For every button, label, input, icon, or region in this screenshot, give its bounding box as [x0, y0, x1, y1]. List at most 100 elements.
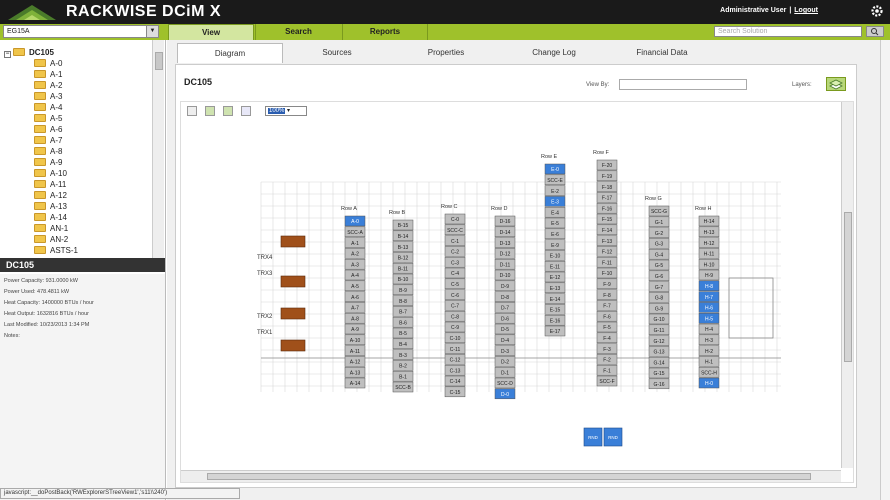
tab-properties[interactable]: Properties	[393, 43, 499, 63]
folder-icon	[34, 147, 46, 155]
trx-unit[interactable]	[280, 275, 306, 288]
search-input[interactable]: Search Solution	[714, 26, 862, 37]
vertical-scroll-thumb[interactable]	[844, 212, 852, 362]
rack-label: B-3	[399, 353, 407, 359]
site-select[interactable]: EG15A ▼	[3, 25, 159, 38]
tree-item[interactable]: ASTS-1	[34, 246, 78, 257]
tree-item[interactable]: AN-1	[34, 224, 68, 235]
tree-item[interactable]: A-7	[34, 136, 62, 147]
rack-label: SCC-F	[599, 379, 614, 385]
rack-label: G-3	[655, 242, 664, 248]
horizontal-scroll-thumb[interactable]	[207, 473, 811, 480]
page-scrollbar[interactable]	[880, 40, 890, 500]
search-button[interactable]	[866, 26, 884, 37]
rack-label: E-2	[551, 189, 559, 195]
rack-label: A-4	[351, 273, 359, 279]
folder-icon	[34, 191, 46, 199]
tree-item[interactable]: A-0	[34, 59, 62, 70]
tab-change-log[interactable]: Change Log	[501, 43, 607, 63]
tree-scroll-thumb[interactable]	[155, 52, 163, 70]
tab-diagram[interactable]: Diagram	[177, 43, 283, 63]
rack-label: C-15	[450, 390, 461, 396]
expand-icon[interactable]: −	[4, 51, 11, 58]
rack-label: A-3	[351, 262, 359, 268]
rack-label: C-14	[450, 379, 461, 385]
tree-item[interactable]: A-11	[34, 180, 66, 191]
rack-label: G-16	[653, 382, 664, 388]
tab-reports[interactable]: Reports	[342, 24, 428, 40]
tree-item-label: A-7	[50, 136, 63, 145]
row-label: Row B	[389, 210, 406, 216]
tree-item[interactable]: A-4	[34, 103, 62, 114]
rack-label: F-3	[603, 347, 611, 353]
tree-item[interactable]: A-9	[34, 158, 62, 169]
trx-unit[interactable]	[280, 307, 306, 320]
rack-label: F-10	[602, 271, 613, 277]
trx-unit[interactable]	[280, 235, 306, 248]
rack-label: A-9	[351, 327, 359, 333]
view-by-select[interactable]	[619, 79, 747, 90]
rack-label: F-17	[602, 196, 613, 202]
tab-sources[interactable]: Sources	[284, 43, 390, 63]
rack-label: H-7	[705, 295, 713, 301]
rack-label: F-12	[602, 250, 613, 256]
rack-label: D-3	[501, 349, 509, 355]
rack-label: B-8	[399, 299, 407, 305]
tree-item[interactable]: A-6	[34, 125, 62, 136]
vertical-scrollbar[interactable]	[841, 102, 853, 468]
tree-item[interactable]: A-12	[34, 191, 67, 202]
tree-item[interactable]: A-10	[34, 169, 67, 180]
rack-label: D-0	[501, 392, 509, 398]
chevron-down-icon[interactable]: ▼	[146, 26, 158, 37]
folder-icon	[34, 202, 46, 210]
rack-label: D-10	[500, 273, 511, 279]
rack-label: C-12	[450, 358, 461, 364]
tree-root-label: DC105	[29, 48, 54, 57]
rack-label: B-12	[398, 256, 409, 262]
tree-root[interactable]: − DC105	[4, 48, 54, 59]
rack-label: E-16	[550, 318, 561, 324]
layers-button[interactable]	[826, 77, 846, 91]
rack-label: G-11	[654, 328, 665, 334]
tree-item[interactable]: A-2	[34, 81, 62, 92]
rack-label: H-1	[705, 360, 713, 366]
tab-view[interactable]: View	[168, 24, 254, 40]
user-separator: |	[789, 7, 792, 14]
row-label: Row C	[441, 204, 458, 210]
tree-item[interactable]: A-5	[34, 114, 62, 125]
tree-item[interactable]: A-13	[34, 202, 67, 213]
rack-label: A-12	[350, 360, 361, 366]
horizontal-scrollbar[interactable]	[181, 470, 841, 482]
status-bar: javascript:__doPostBack('RWExplorerSTree…	[0, 488, 240, 499]
rack-label: F-20	[602, 163, 613, 169]
tree-item-label: A-11	[50, 180, 67, 189]
tree-item[interactable]: A-1	[34, 70, 62, 81]
rack-label: D-2	[501, 360, 509, 366]
rack-label: F-11	[602, 260, 612, 266]
rack-label: F-6	[603, 314, 611, 320]
tree-item-label: A-10	[50, 169, 67, 178]
folder-icon	[34, 103, 46, 111]
tree-item[interactable]: AN-2	[34, 235, 68, 246]
rack-label: H-12	[704, 241, 715, 247]
tree-item[interactable]: A-14	[34, 213, 67, 224]
tab-financial-data[interactable]: Financial Data	[609, 43, 715, 63]
rack-label: H-0	[705, 381, 713, 387]
tree-item[interactable]: A-3	[34, 92, 62, 103]
rack-label: A-14	[350, 381, 361, 387]
tree-scrollbar[interactable]	[152, 40, 164, 260]
rack-label: F-14	[602, 228, 613, 234]
tree-item-label: A-5	[50, 114, 63, 123]
logout-link[interactable]: Logout	[794, 7, 818, 14]
user-name: Administrative User	[720, 7, 787, 14]
gear-icon[interactable]	[870, 4, 884, 18]
tree-item[interactable]: A-8	[34, 147, 62, 158]
rack-label: F-5	[603, 325, 611, 331]
rack-label: C-7	[451, 304, 459, 310]
rack-label: F-8	[603, 293, 611, 299]
tab-search[interactable]: Search	[255, 24, 341, 40]
rack-label: E-6	[551, 232, 559, 238]
diagram-canvas[interactable]: 100% ▾ TRX4 TRX3 TRX2 TRX1 Row A A-0 SCC-A A-1 A…	[180, 101, 854, 483]
trx-unit[interactable]	[280, 339, 306, 352]
room-outline	[728, 277, 774, 339]
